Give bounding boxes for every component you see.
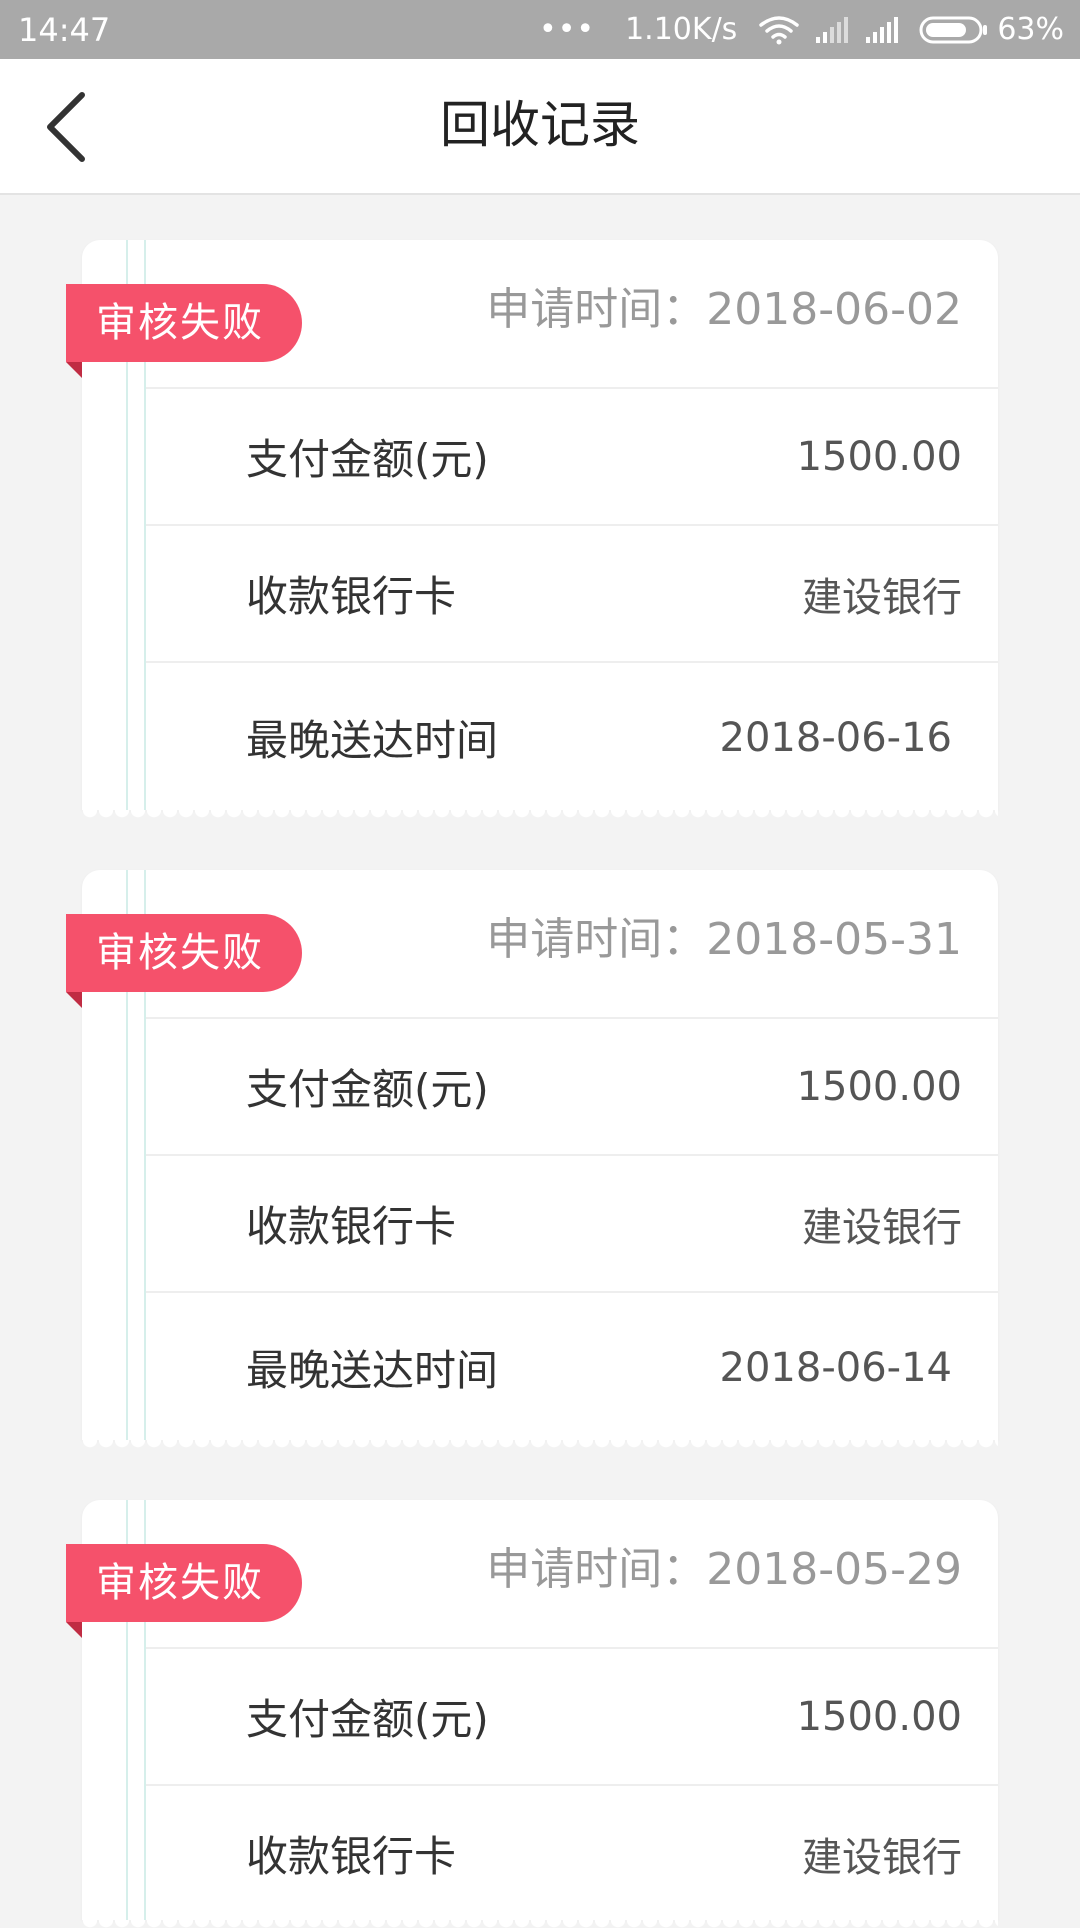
record-card[interactable]: 审核失败 申请时间：2018-05-29 支付金额(元) 1500.00 收款银… (66, 1500, 998, 1928)
row-value: 建设银行 (802, 1204, 962, 1251)
apply-time: 申请时间：2018-05-31 (486, 914, 962, 965)
row-label: 支付金额(元) (246, 1695, 489, 1744)
battery-icon (919, 16, 988, 44)
card-row-bank: 收款银行卡 建设银行 (146, 1154, 998, 1291)
more-dots-icon: ••• (539, 12, 596, 47)
status-badge: 审核失败 (66, 914, 302, 992)
record-card[interactable]: 审核失败 申请时间：2018-05-31 支付金额(元) 1500.00 收款银… (66, 870, 998, 1448)
apply-time: 申请时间：2018-05-29 (486, 1544, 962, 1595)
wifi-icon (759, 16, 800, 45)
nav-bar: 回收记录 (0, 59, 1080, 195)
page-title: 回收记录 (440, 96, 640, 154)
row-value: 1500.00 (796, 1693, 962, 1740)
card-row-bank: 收款银行卡 建设银行 (146, 1784, 998, 1921)
row-label: 收款银行卡 (246, 1202, 457, 1251)
row-value: 1500.00 (796, 1063, 962, 1110)
row-label: 支付金额(元) (246, 435, 489, 484)
row-value: 2018-06-14 (719, 1344, 952, 1391)
status-time: 14:47 (18, 11, 111, 49)
card-row-amount: 支付金额(元) 1500.00 (146, 1017, 998, 1154)
record-card[interactable]: 审核失败 申请时间：2018-06-02 支付金额(元) 1500.00 收款银… (66, 240, 998, 818)
card-row-amount: 支付金额(元) 1500.00 (146, 1647, 998, 1784)
row-label: 支付金额(元) (246, 1065, 489, 1114)
row-value: 建设银行 (802, 574, 962, 621)
card-row-deadline: 最晚送达时间 2018-06-16 (146, 661, 998, 812)
row-label: 最晚送达时间 (246, 1346, 499, 1395)
row-value: 1500.00 (796, 433, 962, 480)
card-row-deadline: 最晚送达时间 2018-06-14 (146, 1291, 998, 1442)
battery-percentage: 63% (997, 12, 1064, 47)
row-label: 最晚送达时间 (246, 716, 499, 765)
row-label: 收款银行卡 (246, 572, 457, 621)
badge-fold (66, 1622, 82, 1638)
row-value: 建设银行 (802, 1834, 962, 1881)
network-speed: 1.10K/s (625, 12, 738, 47)
apply-time: 申请时间：2018-06-02 (486, 284, 962, 335)
badge-fold (66, 992, 82, 1008)
status-badge: 审核失败 (66, 284, 302, 362)
badge-fold (66, 362, 82, 378)
status-badge: 审核失败 (66, 1544, 302, 1622)
row-label: 收款银行卡 (246, 1832, 457, 1881)
card-row-bank: 收款银行卡 建设银行 (146, 524, 998, 661)
signal-icon-2 (866, 17, 899, 43)
status-right-group: ••• 1.10K/s 63% (539, 10, 1064, 50)
signal-icon (816, 17, 849, 43)
card-row-amount: 支付金额(元) 1500.00 (146, 387, 998, 524)
row-value: 2018-06-16 (719, 714, 952, 761)
status-bar: 14:47 ••• 1.10K/s 63% (0, 0, 1080, 59)
